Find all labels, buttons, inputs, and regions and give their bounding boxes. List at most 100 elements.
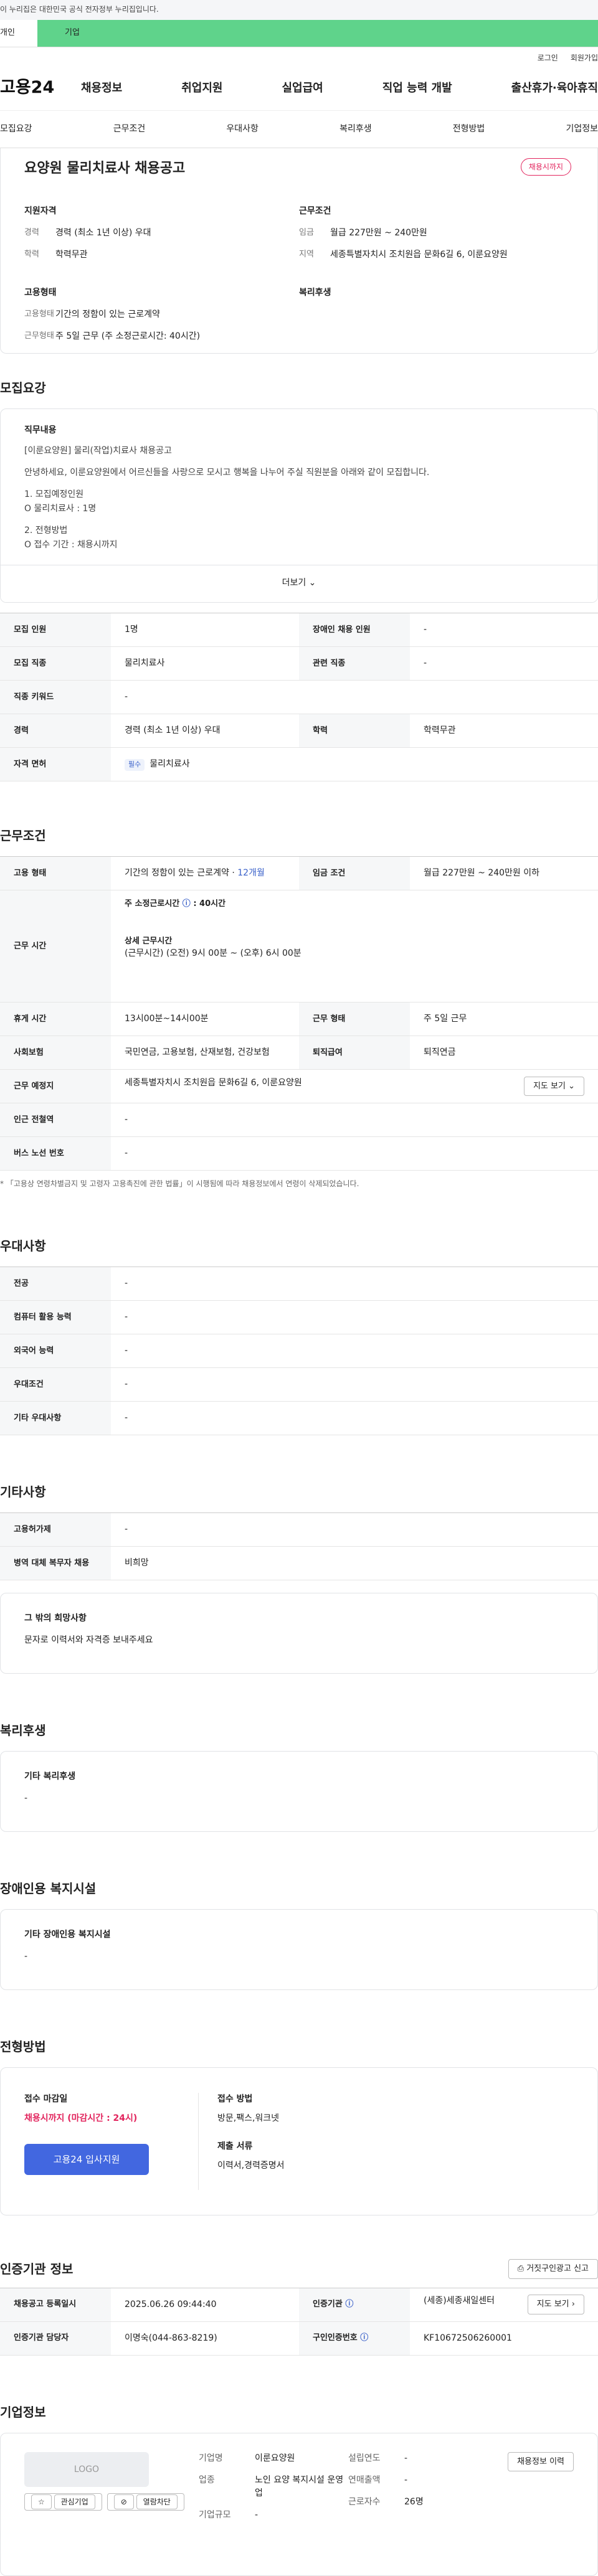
menu-parental-leave[interactable]: 출산휴가·육아휴직	[511, 80, 598, 97]
table-cell: 학력무관	[410, 714, 598, 748]
other-wishes-heading: 그 밖의 희망사항	[24, 1613, 87, 1623]
table-header-cell: 근무 형태	[299, 1002, 410, 1036]
apply-button[interactable]: 고용24 입사지원	[24, 2144, 149, 2175]
info-icon[interactable]: ⓘ	[183, 899, 191, 908]
menu-jobs[interactable]: 채용정보	[81, 80, 122, 97]
table-row: 모집 인원 1명 장애인 채용 인원 -	[0, 613, 598, 647]
table-header-cell: 근무 시간	[0, 890, 111, 1003]
welfare-heading: 복리후생	[299, 288, 331, 298]
false-ad-report-button[interactable]: ⎙ 거짓구인광고 신고	[508, 2259, 598, 2279]
chevron-down-icon: ⌄	[308, 578, 316, 588]
contract-period: 12개월	[237, 868, 265, 878]
deadline-heading: 접수 마감일	[24, 2094, 68, 2104]
table-row: 경력 경력 (최소 1년 이상) 우대 학력 학력무관	[0, 714, 598, 748]
employment-type-heading: 고용형태	[24, 288, 57, 298]
info-icon[interactable]: ⓘ	[345, 2300, 353, 2309]
weekly-hours-value: : 40시간	[193, 899, 226, 908]
table-cell: -	[111, 1103, 598, 1137]
table-row: 직종 키워드 -	[0, 680, 598, 714]
section-nav: 모집요강 근무조건 우대사항 복리후생 전형방법 기업정보	[0, 111, 598, 148]
kv-label: 고용형태	[24, 309, 54, 319]
table-cell: 물리치료사	[111, 646, 299, 681]
tab-personal[interactable]: 개인	[0, 20, 37, 47]
subnav-conditions[interactable]: 근무조건	[113, 123, 146, 136]
kv-value: 경력 (최소 1년 이상) 우대	[55, 228, 151, 238]
table-cell: -	[111, 1401, 598, 1435]
section-title-welfare: 복리후생	[0, 1723, 46, 1738]
star-icon: ☆	[31, 2494, 52, 2509]
kv-label: 설립연도	[348, 2453, 381, 2463]
job-detail-line: O 접수 기간 : 채용시까지	[24, 540, 118, 550]
tab-company[interactable]: 기업	[37, 20, 598, 47]
kv-value: 월급 227만원 ~ 240만원	[330, 228, 427, 238]
age-notice: * 「고용상 연령차별금지 및 고령자 고용촉진에 관한 법률」이 시행됨에 따…	[0, 1179, 359, 1188]
block-view-button[interactable]: ⊘ 열람차단	[107, 2493, 184, 2511]
more-button[interactable]: 더보기 ⌄	[1, 565, 597, 602]
kv-value: 학력무관	[55, 250, 88, 260]
menu-vocational-training[interactable]: 직업 능력 개발	[382, 80, 452, 97]
table-row: 기타 우대사항 -	[0, 1401, 598, 1435]
map-view-button[interactable]: 지도 보기 ⌄	[523, 1076, 584, 1097]
kv-label: 연매출액	[348, 2475, 381, 2485]
table-cell: 13시00분~14시00분	[111, 1002, 299, 1036]
job-history-button[interactable]: 채용정보 이력	[508, 2451, 574, 2471]
table-cell: -	[111, 1267, 598, 1301]
table-row: 인근 전철역 -	[0, 1103, 598, 1137]
company-card: LOGO ☆ 관심기업 ⊘ 열람차단 기업명 이룬요양원 업종 노인 요양 복지시설…	[0, 2432, 598, 2576]
subnav-preference[interactable]: 우대사항	[226, 123, 259, 136]
site-logo[interactable]: 고용24	[0, 75, 81, 101]
conditions-heading: 근무조건	[299, 206, 331, 216]
megaphone-icon: ⎙	[517, 2264, 524, 2273]
subnav-recruit[interactable]: 모집요강	[0, 123, 32, 136]
table-header-cell: 휴게 시간	[0, 1002, 111, 1036]
recruit-table: 모집 인원 1명 장애인 채용 인원 - 모집 직종 물리치료사 관련 직종 - 직종 키워…	[0, 613, 598, 781]
menu-unemployment-benefit[interactable]: 실업급여	[282, 80, 323, 97]
job-detail-line: 2. 전형방법	[24, 526, 68, 535]
table-header-cell: 병역 대체 복무자 채용	[0, 1546, 111, 1580]
kv-label: 임금	[299, 228, 314, 237]
subnav-process[interactable]: 전형방법	[453, 123, 485, 136]
agency-table: 채용공고 등록일시 2025.06.26 09:44:40 인증기관 ⓘ (세종)세종…	[0, 2287, 598, 2356]
chevron-right-icon: ›	[571, 2300, 575, 2309]
map-view-label: 지도 보기	[533, 1081, 566, 1091]
signup-link[interactable]: 회원가입	[571, 52, 598, 66]
job-detail-line: 안녕하세요, 이룬요양원에서 어르신들을 사랑으로 모시고 행복을 나누어 주실…	[24, 468, 430, 478]
table-row: 외국어 능력 -	[0, 1334, 598, 1368]
conditions-table: 고용 형태 기간의 정함이 있는 근로계약 · 12개월 임금 조건 월급 227만원…	[0, 856, 598, 1171]
login-link[interactable]: 로그인	[538, 52, 558, 66]
favorite-company-button[interactable]: ☆ 관심기업	[24, 2493, 102, 2511]
table-header-cell: 사회보험	[0, 1036, 111, 1070]
company-name: 이룬요양원	[255, 2453, 295, 2463]
table-row: 전공 -	[0, 1267, 598, 1301]
agency-map-button[interactable]: 지도 보기 ›	[527, 2295, 584, 2314]
table-header-cell: 버스 노선 번호	[0, 1136, 111, 1171]
table-cell: 퇴직연금	[410, 1036, 598, 1070]
menu-employment-support[interactable]: 취업지원	[181, 80, 222, 97]
table-header-cell: 퇴직급여	[299, 1036, 410, 1070]
deadline-value: 채용시까지 (마감시간 : 24시)	[24, 2113, 138, 2123]
table-header-cell: 자격 면허	[0, 747, 111, 781]
table-header-cell: 모집 인원	[0, 613, 111, 647]
welfare-heading: 기타 복리후생	[24, 1772, 76, 1781]
table-row: 휴게 시간 13시00분~14시00분 근무 형태 주 5일 근무	[0, 1002, 598, 1036]
table-header-cell: 관련 직종	[299, 646, 410, 681]
table-cell: 월급 227만원 ~ 240만원 이하	[410, 856, 598, 890]
company-employees: 26명	[404, 2496, 424, 2507]
cert-number-label: 구인인증번호	[313, 2333, 358, 2343]
table-row: 고용허가제 -	[0, 1512, 598, 1547]
other-wishes-text: 문자로 이력서와 자격증 보내주세요	[24, 1635, 153, 1645]
table-header-cell: 구인인증번호 ⓘ	[299, 2321, 410, 2356]
table-header-cell: 학력	[299, 714, 410, 748]
table-cell: 기간의 정함이 있는 근로계약 · 12개월	[111, 856, 299, 890]
info-icon[interactable]: ⓘ	[360, 2333, 368, 2342]
table-cell: 2025.06.26 09:44:40	[111, 2288, 299, 2322]
subnav-company[interactable]: 기업정보	[566, 123, 598, 136]
table-header-cell: 기타 우대사항	[0, 1401, 111, 1435]
kv-value: 세종특별자치시 조치원읍 문화6길 6, 이룬요양원	[330, 250, 508, 260]
table-header-cell: 모집 직종	[0, 646, 111, 681]
subnav-welfare[interactable]: 복리후생	[339, 123, 372, 136]
table-cell: -	[111, 1300, 598, 1334]
workplace-address: 세종특별자치시 조치원읍 문화6길 6, 이룬요양원	[125, 1077, 302, 1088]
agency-value: (세종)세종새일센터	[424, 2296, 495, 2306]
welfare-text: -	[24, 1793, 28, 1803]
